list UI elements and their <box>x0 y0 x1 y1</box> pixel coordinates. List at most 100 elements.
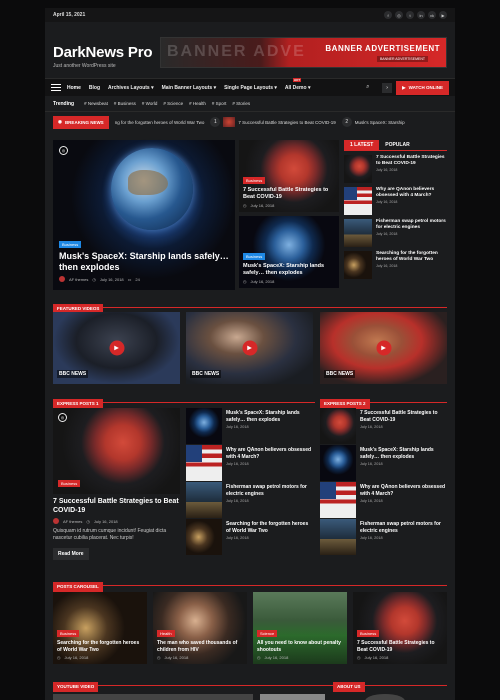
list-item-title[interactable]: 7 Successful Battle Strategies to Beat C… <box>360 410 447 423</box>
instagram-icon[interactable]: ◎ <box>395 11 403 19</box>
youtube-video-thumbnail[interactable] <box>53 694 253 700</box>
list-item[interactable]: Fisherman swap petrol motors for electri… <box>320 519 447 555</box>
tag-link[interactable]: # Health <box>189 101 206 106</box>
category-badge[interactable]: Business <box>243 253 266 260</box>
list-item[interactable]: Fisherman swap petrol motors for electri… <box>186 482 313 518</box>
mid-card[interactable]: Business Musk's SpaceX: Starship lands s… <box>239 216 339 288</box>
list-item[interactable]: Why are QAnon believers obsessed with 4 … <box>186 445 313 481</box>
play-icon[interactable]: ▶ <box>242 340 257 356</box>
post-author[interactable]: AF themes <box>69 277 88 282</box>
express-main-post[interactable]: ◎ Business 7 Successful Battle Strategie… <box>53 408 180 560</box>
clock-icon: ◷ <box>157 655 161 660</box>
list-item-title[interactable]: Why are QAnon believers obsessed with 4 … <box>360 484 447 497</box>
category-badge[interactable]: Business <box>59 241 82 248</box>
list-item[interactable]: Searching for the forgotten heroes of Wo… <box>186 519 313 555</box>
nav-archives-layouts[interactable]: Archives Layouts ▾ <box>108 85 154 91</box>
tag-link[interactable]: # Stories <box>232 101 250 106</box>
video-card[interactable]: ▶ BBC NEWS <box>186 312 313 384</box>
read-more-button[interactable]: Read More <box>53 548 89 560</box>
banner-advertisement[interactable]: BANNER ADVE BANNER ADVERTISEMENT BANNER … <box>160 37 447 68</box>
carousel-card-title[interactable]: The man who saved thousands of children … <box>157 640 243 653</box>
tag-link[interactable]: # Science <box>163 101 183 106</box>
linkedin-icon[interactable]: in <box>417 11 425 19</box>
video-card[interactable]: ▶ BBC NEWS <box>53 312 180 384</box>
sidebar-post[interactable]: Why are QAnon believers obsessed with 4 … <box>344 187 447 215</box>
youtube-icon[interactable]: ▶ <box>439 11 447 19</box>
search-icon[interactable]: ⌕ <box>366 84 376 91</box>
category-badge[interactable]: Business <box>243 177 266 184</box>
tag-link[interactable]: # World <box>142 101 157 106</box>
carousel-card[interactable]: Science All you need to know about penal… <box>253 592 347 664</box>
post-date: July 16, 2018 <box>360 425 383 429</box>
tab-popular[interactable]: POPULAR <box>379 140 415 150</box>
format-icon: ◎ <box>59 146 68 155</box>
carousel-card-title[interactable]: 7 Successful Battle Strategies to Beat C… <box>357 640 443 653</box>
play-icon[interactable]: ▶ <box>376 340 391 356</box>
sidebar-post-title[interactable]: Searching for the forgotten heroes of Wo… <box>376 251 447 263</box>
breaking-news-ticker: ◉ BREAKING NEWS ng for the forgotten her… <box>45 112 455 132</box>
list-item-title[interactable]: Fisherman swap petrol motors for electri… <box>226 484 313 497</box>
hero-info: Business Musk's SpaceX: Starship lands s… <box>59 233 229 282</box>
list-item-title[interactable]: Why are QAnon believers obsessed with 4 … <box>226 447 313 460</box>
post-thumbnail <box>344 219 372 247</box>
ticker-item[interactable]: 1 7 Successful Battle Strategies to Beat… <box>210 117 336 127</box>
sidebar-post-title[interactable]: 7 Successful Battle Strategies to Beat C… <box>376 155 447 167</box>
carousel-card[interactable]: Health The man who saved thousands of ch… <box>153 592 247 664</box>
category-badge[interactable]: Science <box>257 630 278 637</box>
tab-latest[interactable]: 1 LATEST <box>344 140 380 150</box>
sidebar-post[interactable]: 7 Successful Battle Strategies to Beat C… <box>344 155 447 183</box>
menu-icon[interactable] <box>51 84 61 91</box>
arrow-right-icon[interactable]: › <box>382 82 393 93</box>
youtube-video-thumbnail[interactable] <box>260 694 325 700</box>
carousel-card[interactable]: Business 7 Successful Battle Strategies … <box>353 592 447 664</box>
site-title[interactable]: DarkNews Pro <box>53 44 153 61</box>
breaking-news-label: ◉ BREAKING NEWS <box>53 115 109 129</box>
facebook-icon[interactable]: f <box>384 11 392 19</box>
ticker-item[interactable]: 2 Musk's SpaceX: Starship <box>341 117 405 127</box>
post-date: July 16, 2018 <box>376 200 398 204</box>
nav-main-banner-layouts[interactable]: Main Banner Layouts ▾ <box>162 85 216 91</box>
ticker-item[interactable]: ng for the forgotten heroes of World War… <box>115 120 205 125</box>
tag-link[interactable]: # Newsbeat <box>84 101 108 106</box>
clock-icon: ◷ <box>57 655 61 660</box>
hero-title[interactable]: Musk's SpaceX: Starship lands safely… th… <box>59 251 229 273</box>
watch-online-button[interactable]: ▶ WATCH ONLINE <box>396 80 449 95</box>
list-item[interactable]: Musk's SpaceX: Starship lands safely… th… <box>320 445 447 481</box>
carousel-card-title[interactable]: Searching for the forgotten heroes of Wo… <box>57 640 143 653</box>
play-icon[interactable]: ▶ <box>109 340 124 356</box>
nav-home[interactable]: Home <box>67 85 81 91</box>
post-title[interactable]: 7 Successful Battle Strategies to Beat C… <box>53 497 180 515</box>
sidebar-post-title[interactable]: Fisherman swap petrol motors for electri… <box>376 219 447 231</box>
list-item-title[interactable]: Musk's SpaceX: Starship lands safely… th… <box>360 447 447 460</box>
list-item[interactable]: Why are QAnon believers obsessed with 4 … <box>320 482 447 518</box>
twitter-icon[interactable]: t <box>406 11 414 19</box>
vk-icon[interactable]: vk <box>428 11 436 19</box>
sidebar-post-title[interactable]: Why are QAnon believers obsessed with 4 … <box>376 187 447 199</box>
category-badge[interactable]: Business <box>58 480 81 487</box>
nav-blog[interactable]: Blog <box>89 85 100 91</box>
video-card[interactable]: ▶ BBC NEWS <box>320 312 447 384</box>
list-item[interactable]: 7 Successful Battle Strategies to Beat C… <box>320 408 447 444</box>
sidebar-post[interactable]: Searching for the forgotten heroes of Wo… <box>344 251 447 279</box>
category-badge[interactable]: Business <box>57 630 80 637</box>
mid-card-title[interactable]: Musk's SpaceX: Starship lands safely… th… <box>243 263 335 277</box>
tag-link[interactable]: # Sport <box>212 101 227 106</box>
nav-single-page-layouts[interactable]: Single Page Layouts ▾ <box>224 85 277 91</box>
mid-card[interactable]: Business 7 Successful Battle Strategies … <box>239 140 339 212</box>
carousel-card-title[interactable]: All you need to know about penalty shoot… <box>257 640 343 653</box>
hero-post[interactable]: ◎ Business Musk's SpaceX: Starship lands… <box>53 140 235 290</box>
list-item-title[interactable]: Musk's SpaceX: Starship lands safely… th… <box>226 410 313 423</box>
nav-all-demo[interactable]: All Demo ▾ HOT <box>285 77 310 91</box>
list-item-title[interactable]: Fisherman swap petrol motors for electri… <box>360 521 447 534</box>
sidebar-post[interactable]: Fisherman swap petrol motors for electri… <box>344 219 447 247</box>
category-badge[interactable]: Health <box>157 630 175 637</box>
mid-card-title[interactable]: 7 Successful Battle Strategies to Beat C… <box>243 187 335 201</box>
carousel-card-info: Health The man who saved thousands of ch… <box>157 622 243 660</box>
carousel-card[interactable]: Business Searching for the forgotten her… <box>53 592 147 664</box>
list-item[interactable]: Musk's SpaceX: Starship lands safely… th… <box>186 408 313 444</box>
clock-icon: ◷ <box>243 279 247 284</box>
tag-link[interactable]: # Business <box>114 101 136 106</box>
post-author[interactable]: AF themes <box>63 519 82 524</box>
category-badge[interactable]: Business <box>357 630 380 637</box>
list-item-title[interactable]: Searching for the forgotten heroes of Wo… <box>226 521 313 534</box>
